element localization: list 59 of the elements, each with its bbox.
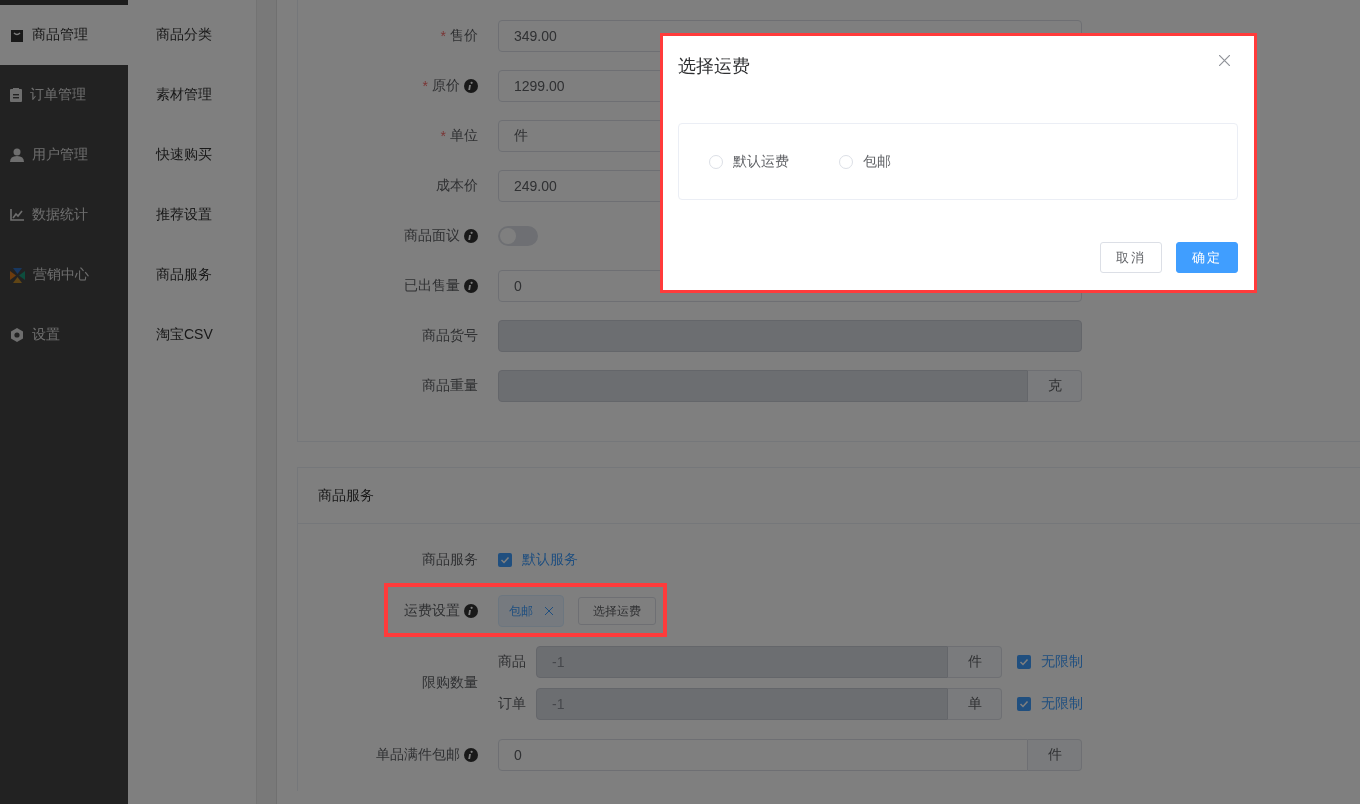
required-mark: *: [440, 28, 446, 44]
settings-icon: [10, 328, 24, 342]
field-label: 商品服务: [422, 551, 478, 569]
sidebar-item[interactable]: 数据统计: [0, 185, 128, 245]
unit-addon: 件: [948, 646, 1002, 678]
field-label: 商品面议: [404, 227, 460, 245]
checkbox-label[interactable]: 默认服务: [522, 551, 578, 569]
field-label: 单品满件包邮: [376, 746, 460, 764]
radio-button[interactable]: [709, 154, 723, 169]
field-label: 已出售量: [404, 277, 460, 295]
clipboard-icon: [10, 88, 22, 102]
field-label: 运费设置: [404, 602, 460, 620]
close-icon[interactable]: [545, 607, 553, 615]
info-icon: [464, 79, 478, 93]
info-icon: [464, 229, 478, 243]
info-icon: [464, 748, 478, 762]
info-icon: [464, 279, 478, 293]
cancel-button[interactable]: 取消: [1100, 242, 1162, 273]
submenu-item[interactable]: 淘宝CSV: [156, 326, 213, 344]
clover-icon: [10, 267, 25, 283]
select-shipping-button[interactable]: 选择运费: [578, 597, 656, 625]
close-icon[interactable]: [1219, 55, 1230, 66]
line-chart-icon: [10, 209, 24, 221]
confirm-button[interactable]: 确定: [1176, 242, 1238, 273]
limit-type-label: 商品: [498, 653, 527, 671]
checkbox[interactable]: [498, 553, 512, 567]
user-icon: [10, 148, 24, 162]
sidebar-item[interactable]: 设置: [0, 305, 128, 365]
unit-addon: 单: [948, 688, 1002, 720]
field-label: 原价: [432, 77, 460, 95]
radio-label[interactable]: 包邮: [863, 152, 891, 171]
limit-type-label: 订单: [498, 695, 527, 713]
input-field[interactable]: 0: [498, 739, 1028, 771]
sidebar-item[interactable]: 用户管理: [0, 125, 128, 185]
field-label: 商品货号: [422, 327, 478, 345]
field-label: 限购数量: [422, 674, 478, 692]
radio-button[interactable]: [839, 154, 853, 169]
field-label: 售价: [450, 27, 478, 45]
sidebar-item[interactable]: 订单管理: [0, 65, 128, 125]
sidebar-item[interactable]: 营销中心: [0, 245, 128, 305]
dialog-title: 选择运费: [678, 55, 750, 78]
submenu-item[interactable]: 快速购买: [156, 146, 212, 164]
submenu-item[interactable]: 商品分类: [156, 26, 212, 44]
required-mark: *: [422, 78, 428, 94]
radio-label[interactable]: 默认运费: [733, 152, 789, 171]
unit-addon: 件: [1028, 739, 1082, 771]
submenu-item[interactable]: 推荐设置: [156, 206, 212, 224]
submenu-item[interactable]: 商品服务: [156, 266, 212, 284]
shopping-bag-icon: [10, 28, 24, 42]
sidebar-item[interactable]: 商品管理: [0, 5, 128, 65]
required-mark: *: [440, 128, 446, 144]
field-label: 成本价: [436, 177, 478, 195]
info-icon: [464, 604, 478, 618]
unit-addon: 克: [1028, 370, 1082, 402]
field-label: 单位: [450, 127, 478, 145]
field-label: 商品重量: [422, 377, 478, 395]
submenu-item[interactable]: 素材管理: [156, 86, 212, 104]
section-title: 商品服务: [318, 486, 374, 505]
shipping-tag: 包邮: [498, 595, 564, 627]
